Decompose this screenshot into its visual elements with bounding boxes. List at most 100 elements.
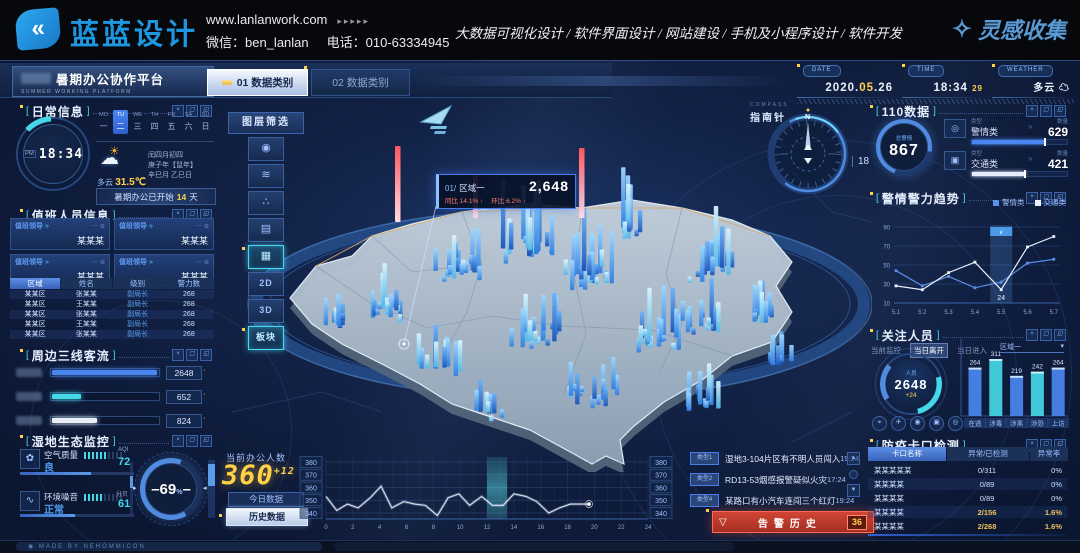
duty-table-row[interactable]: 某某区张某某副局长268 [10, 330, 214, 339]
panel-close-icon[interactable]: × [172, 435, 184, 447]
noise-unit: 分贝 [116, 489, 128, 498]
week-day[interactable]: SA六 [181, 110, 196, 134]
panel-window-icon[interactable]: ▢ [1040, 105, 1052, 117]
alert-history-banner[interactable]: ▽ 告警历史 36 [712, 511, 874, 533]
week-day[interactable]: TH四 [147, 110, 162, 134]
scroll-up-icon[interactable]: ▲ [847, 452, 860, 465]
panel-title-text: 周边三线客流 [32, 347, 110, 364]
tooltip-mom: 环比 6.2% ↑ [491, 195, 526, 205]
lunar-calendar: 闰四月初四 庚子年【鼠年】 辛巳月 乙巳日 [148, 151, 197, 181]
temperature: 31.5℃ [115, 177, 146, 188]
alert-row[interactable]: 类型4某路口有小汽车连闯三个红灯19:24 [690, 493, 843, 508]
layer-chart-button[interactable]: ▦ [248, 245, 284, 269]
checkpoint-table: 某某某某某0/3110% 某某某某0/890% 某某某某0/890% 某某某某2/15… [868, 464, 1067, 532]
layer-filter-title: 图层筛选 [228, 112, 304, 134]
duty-table-row[interactable]: 某某区张某某副局长268 [10, 310, 214, 319]
noise-icon: ∿ [20, 491, 40, 511]
trend-line-chart: 9070503010∨5.15.25.35.45.55.65.724 [864, 204, 1070, 319]
alert-row[interactable]: 类型2RD13-53烟感报警疑似火灾17:24 [690, 472, 843, 487]
checkpoint-row[interactable]: 某某某某某0/3110% [868, 464, 1067, 476]
svg-text:360: 360 [305, 485, 317, 492]
week-day[interactable]: FR五 [164, 110, 179, 134]
focus-mini-icon[interactable]: ▣ [929, 416, 944, 431]
checkpoint-row[interactable]: 某某某某2/2681.6% [868, 520, 1067, 532]
platform-title-box: 暑期办公协作平台 SUMMER WORKING PLATFORM [12, 66, 214, 97]
tab-data-category-2[interactable]: 02 数据类别 [311, 69, 410, 96]
lunar-line: 辛巳月 乙巳日 [148, 171, 197, 181]
cp-header-ratio[interactable]: 异常/已检测 [947, 447, 1029, 461]
svg-text:6: 6 [405, 525, 409, 531]
flow-bar-value: 652 [166, 390, 202, 404]
gauge-arrow-right[interactable]: ◂ [203, 484, 207, 492]
panel-expand-icon[interactable]: ◱ [200, 349, 212, 361]
layer-3d-button[interactable]: 3D [248, 299, 284, 323]
layer-camera-button[interactable]: ◉ [248, 137, 284, 161]
panel-close-icon[interactable]: × [172, 349, 184, 361]
layer-2d-button[interactable]: 2D [248, 272, 284, 296]
checkpoint-row[interactable]: 某某某某2/1561.6% [868, 506, 1067, 518]
noise-progress [20, 514, 134, 517]
tooltip-yoy: 同比 14.1% ↑ [445, 195, 483, 205]
focus-mini-icon[interactable]: ◉ [910, 416, 925, 431]
checkpoint-row[interactable]: 某某某某0/890% [868, 478, 1067, 490]
panel-close-icon[interactable]: × [1026, 105, 1038, 117]
scroll-down-icon[interactable]: ▼ [847, 484, 860, 497]
cp-header-rate[interactable]: 异常率 [1030, 447, 1068, 461]
layer-filter-buttons: ◉ ≋ ∴ ▤ ▦ 2D 3D 板块 [248, 137, 284, 350]
week-day[interactable]: MO一 [96, 110, 111, 134]
duty-table-row[interactable]: 某某区王某某副局长268 [10, 300, 214, 309]
panel-expand-icon[interactable]: ◱ [1054, 105, 1066, 117]
weather-segment: WEATHER 多云 ☁ [992, 64, 1074, 98]
site-url[interactable]: www.lanlanwork.com [206, 12, 327, 27]
svg-text:380: 380 [305, 460, 317, 467]
flow-bar-value: 2648 [166, 366, 202, 380]
gauge-arrow-left[interactable]: ▸ [133, 484, 137, 492]
duty-table-row[interactable]: 某某区张某某副局长268 [10, 290, 214, 299]
week-day[interactable]: WE三 [130, 110, 145, 134]
svg-text:219: 219 [1011, 368, 1022, 375]
eco-slider-right[interactable] [208, 460, 215, 518]
alert-row[interactable]: 类型1湿地3-104片区有不明人员闯入19:24 [690, 451, 843, 466]
week-day[interactable]: SU日 [198, 110, 213, 134]
footer-pill [334, 542, 734, 551]
panel-window-icon[interactable]: ▢ [186, 435, 198, 447]
duty-leader-card[interactable]: 值班领导»⋯⊗某某某 [114, 218, 214, 250]
sparkle-icon: ✧ [952, 15, 972, 44]
history-data-button[interactable]: 历史数据 [226, 508, 308, 526]
duty-leader-card[interactable]: 值班领导»⋯⊗某某某 [10, 218, 110, 250]
lanlan-logo-icon[interactable]: « [14, 7, 61, 51]
layer-block-button[interactable]: 板块 [248, 326, 284, 350]
svg-text:18: 18 [564, 525, 571, 531]
svg-text:22: 22 [618, 525, 625, 531]
focus-mini-icon[interactable]: ⌖ [872, 416, 887, 431]
time-seconds: 29 [972, 84, 983, 93]
scroll-dot-icon[interactable] [849, 470, 858, 479]
week-day[interactable]: TU二 [113, 110, 128, 134]
panel-window-icon[interactable]: ▢ [186, 349, 198, 361]
panel-title-text: 湿地生态监控 [32, 433, 110, 450]
svg-text:5.3: 5.3 [944, 310, 953, 316]
svg-text:370: 370 [655, 473, 667, 480]
focus-bar-chart: 264在逃311涉毒219涉黑242涉恐264上访 [956, 333, 1070, 429]
tooltip-value: 2,648 [529, 178, 569, 194]
date-segment: DATE 2020.05.26 [797, 64, 897, 98]
duty-table-row[interactable]: 某某区王某某副局长268 [10, 320, 214, 329]
svg-text:5.6: 5.6 [1023, 310, 1032, 316]
panel-expand-icon[interactable]: ◱ [200, 435, 212, 447]
inspiration-collect[interactable]: ✧ 灵感收集 [952, 13, 1066, 45]
cp-header-name[interactable]: 卡口名称 [868, 447, 946, 461]
tab-data-category-1[interactable]: 01 数据类别 [207, 69, 308, 96]
checkpoint-row[interactable]: 某某某某0/890% [868, 492, 1067, 504]
focus-mini-icon[interactable]: ✈ [891, 416, 906, 431]
layer-cluster-button[interactable]: ∴ [248, 191, 284, 215]
svg-text:4: 4 [378, 525, 382, 531]
decor-dot [706, 509, 709, 512]
layer-list-button[interactable]: ▤ [248, 218, 284, 242]
svg-text:70: 70 [883, 245, 890, 251]
alarm-type-bar [971, 171, 1068, 177]
tooltip-region: 区域一 [459, 182, 485, 194]
layer-signal-button[interactable]: ≋ [248, 164, 284, 188]
phone-number: 010-63334945 [366, 35, 450, 50]
today-data-button[interactable]: 今日数据 [228, 492, 304, 507]
svg-text:340: 340 [655, 511, 667, 518]
